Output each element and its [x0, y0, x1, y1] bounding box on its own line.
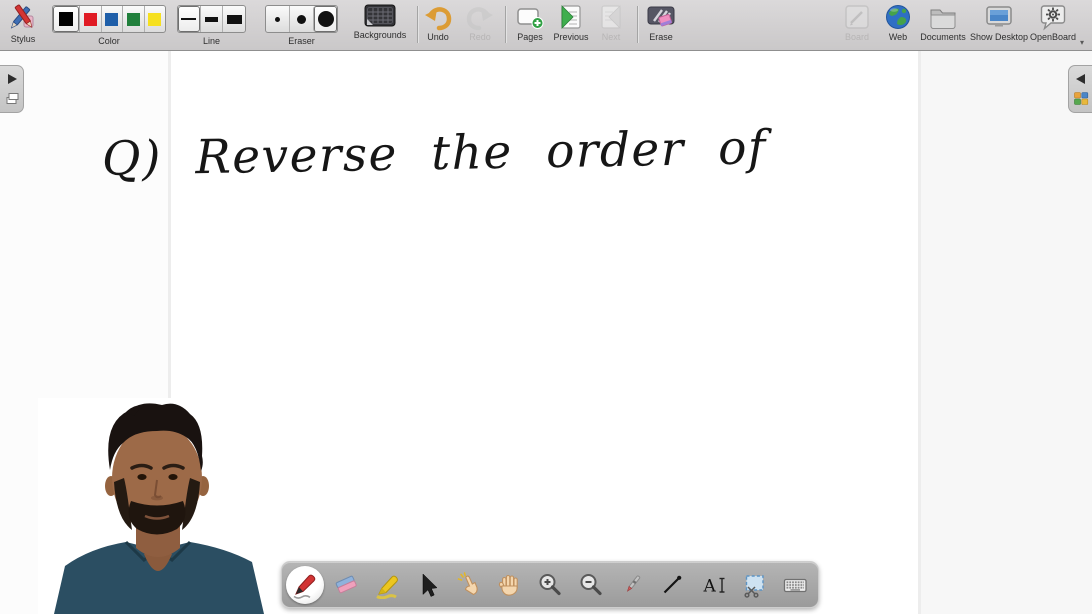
eraser-group: Eraser [265, 0, 338, 48]
redo-button: Redo [455, 2, 505, 48]
zoom-out-icon [580, 573, 602, 595]
library-drawer-tab[interactable] [1068, 65, 1092, 113]
backgrounds-icon [364, 4, 396, 27]
cursor-arrow-icon [423, 572, 438, 597]
open-hand-icon [498, 574, 518, 596]
line-group: Line [177, 0, 246, 48]
pen-icon [293, 574, 316, 599]
pen-tool[interactable] [285, 565, 324, 604]
highlighter-icon [375, 575, 398, 599]
color-swatch-black[interactable] [53, 6, 79, 32]
globe-icon [886, 5, 910, 29]
line-thick-option[interactable] [222, 6, 245, 32]
text-icon: A [703, 576, 725, 596]
webcam-overlay [38, 398, 278, 614]
color-group: Color [52, 0, 166, 48]
left-drawer-tab[interactable] [0, 65, 24, 113]
page-boundary-right [918, 51, 921, 614]
previous-page-icon [561, 5, 581, 29]
eraser-tool[interactable] [328, 567, 364, 603]
board-icon [845, 5, 869, 29]
color-swatch-green[interactable] [122, 6, 144, 32]
line-medium-option[interactable] [199, 6, 223, 32]
folder-icon [930, 9, 956, 29]
selector-tool[interactable] [409, 567, 445, 603]
color-swatch-blue[interactable] [100, 6, 123, 32]
erase-board-icon [647, 6, 675, 27]
virtual-keyboard-tool[interactable] [777, 567, 813, 603]
text-tool[interactable]: A [695, 567, 731, 603]
backgrounds-button[interactable]: Backgrounds [345, 2, 415, 48]
eraser-medium-option[interactable] [289, 6, 313, 32]
eraser-small-option[interactable] [266, 6, 289, 32]
eraser-label: Eraser [288, 36, 315, 46]
expand-right-icon [7, 73, 17, 84]
color-swatch-yellow[interactable] [143, 6, 166, 32]
undo-arrow-icon [425, 7, 452, 31]
capture-tool[interactable] [736, 567, 772, 603]
gear-bubble-icon [1040, 5, 1066, 31]
color-swatch-red[interactable] [79, 6, 101, 32]
svg-text:A: A [703, 576, 717, 596]
stylus-label: Stylus [10, 34, 36, 44]
handwriting-stroke: Q) Reverse the order of the int [102, 117, 787, 187]
redo-label: Redo [469, 32, 491, 42]
toolbar-collapse-arrow[interactable]: ▾ [1080, 38, 1084, 47]
erase-label: Erase [649, 32, 673, 42]
erase-button[interactable]: Erase [636, 2, 686, 48]
eraser-icon [335, 575, 357, 593]
laser-pointer-icon [626, 574, 640, 592]
capture-scissors-icon [744, 574, 764, 598]
handwriting-text: Q) Reverse the order of the int [102, 117, 787, 187]
top-toolbar: Stylus Color Line Eraser Backgrounds Und… [0, 0, 1092, 51]
line-thin-option[interactable] [178, 6, 200, 32]
page-right-margin [921, 51, 1092, 614]
stylus-button[interactable]: Stylus [0, 2, 46, 48]
zoom-in-icon [539, 573, 561, 595]
laser-pointer-tool[interactable] [614, 567, 650, 603]
zoom-out-tool[interactable] [573, 567, 609, 603]
floating-tool-palette: A [281, 561, 819, 608]
openboard-label: OpenBoard [1029, 32, 1077, 42]
draw-line-tool[interactable] [654, 567, 690, 603]
zoom-in-tool[interactable] [532, 567, 568, 603]
add-page-icon [517, 8, 544, 29]
highlighter-tool[interactable] [369, 567, 405, 603]
interact-finger-tool[interactable] [450, 567, 486, 603]
pointing-finger-icon [457, 571, 478, 595]
library-icon [1073, 92, 1088, 106]
pan-hand-tool[interactable] [491, 567, 527, 603]
stylus-pens-icon [10, 4, 34, 29]
redo-arrow-icon [466, 7, 493, 31]
eraser-large-option[interactable] [313, 6, 337, 32]
line-icon [664, 575, 682, 593]
color-label: Color [98, 36, 120, 46]
next-page-icon [601, 5, 621, 29]
next-label: Next [601, 32, 621, 42]
desktop-icon [986, 6, 1012, 27]
keyboard-icon [783, 578, 807, 592]
page-stack-icon [6, 93, 18, 105]
backgrounds-label: Backgrounds [353, 30, 407, 40]
next-button: Next [587, 2, 635, 48]
openboard-button[interactable]: OpenBoard [1018, 2, 1088, 48]
expand-left-icon [1075, 73, 1085, 84]
line-label: Line [202, 36, 220, 46]
